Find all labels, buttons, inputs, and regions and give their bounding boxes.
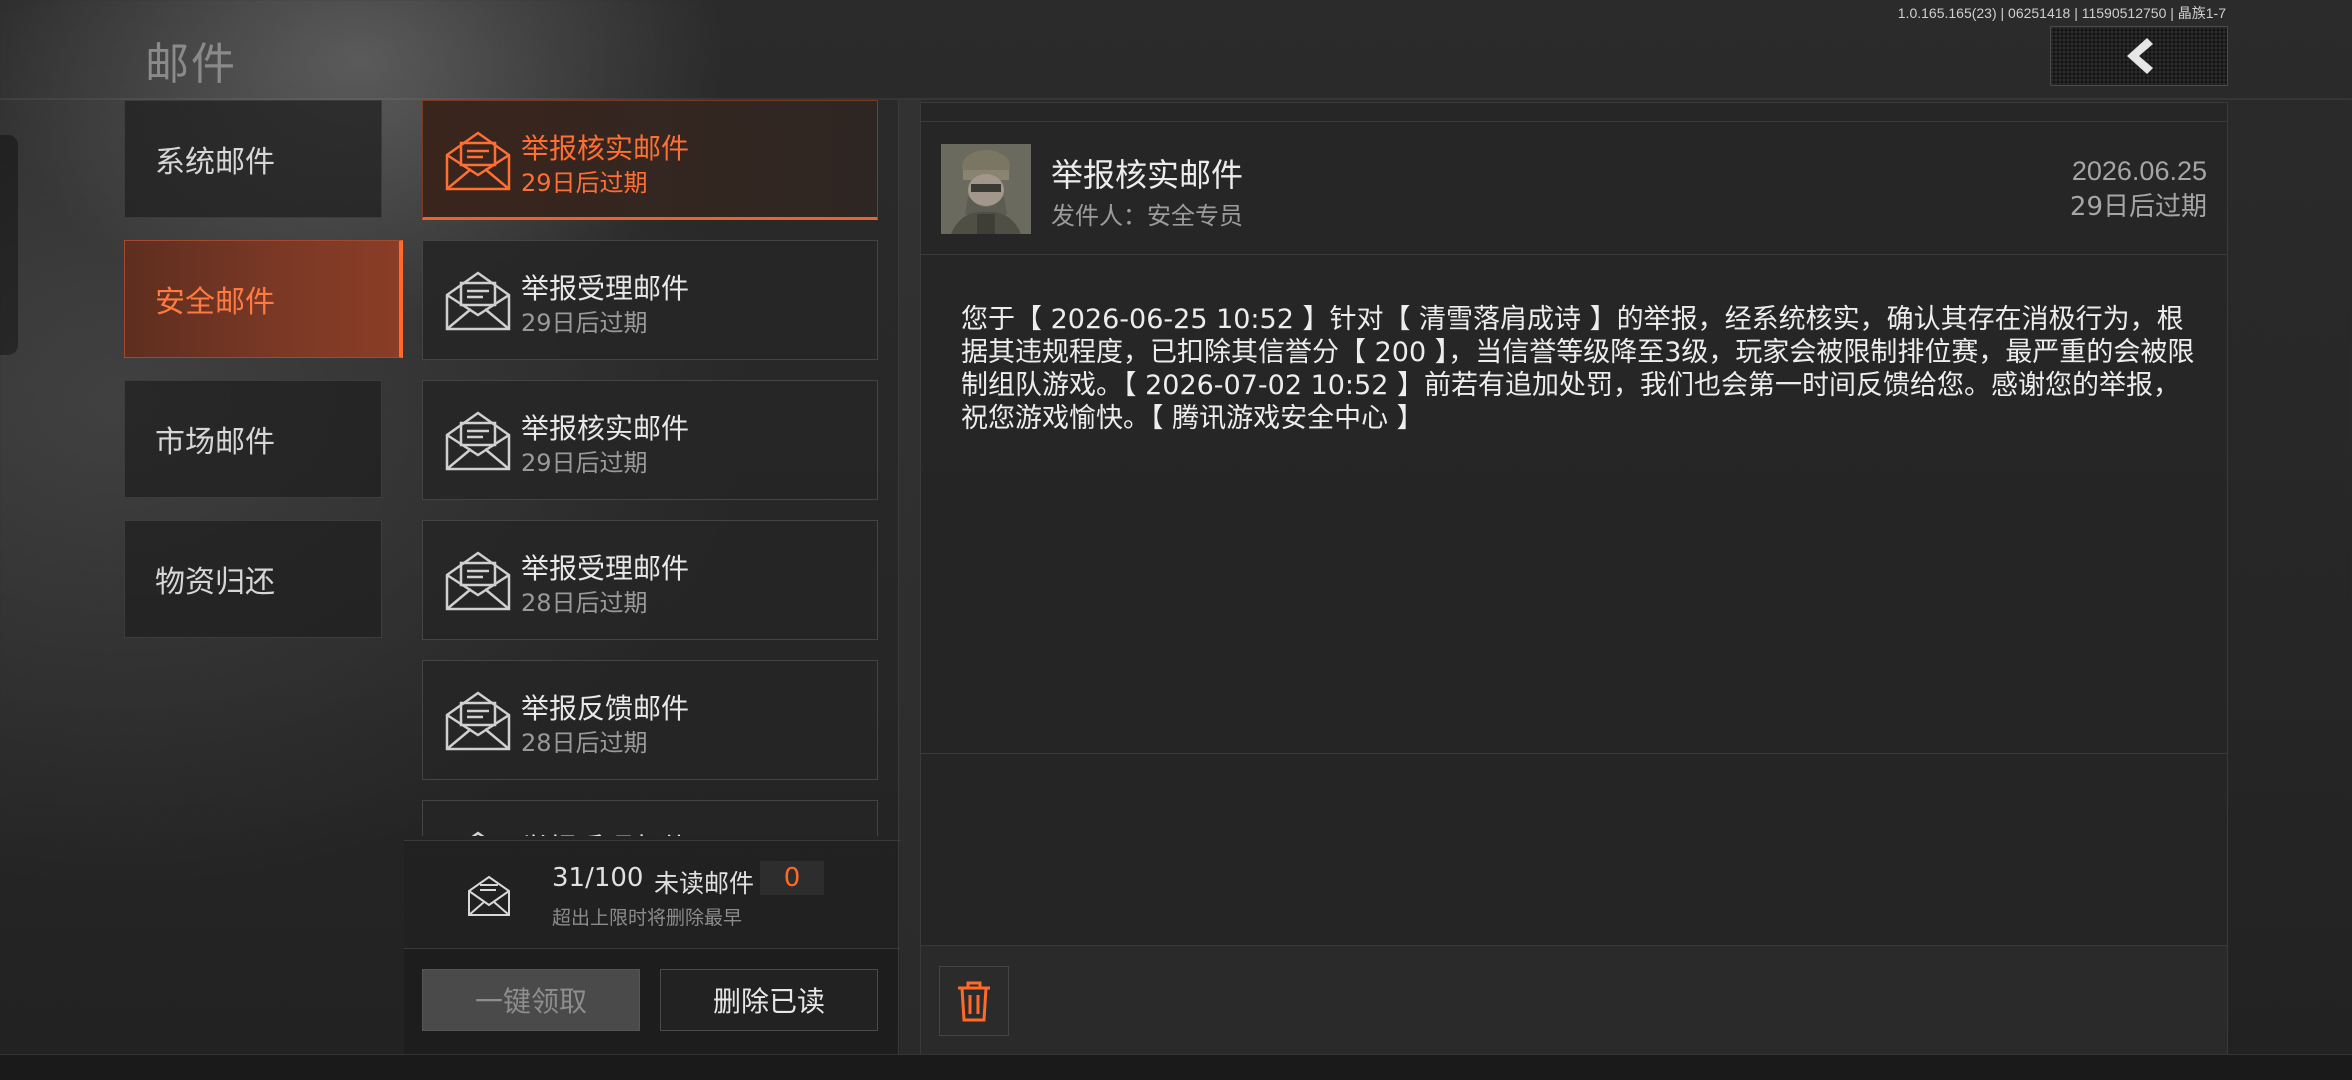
mail-body: 您于【 2026-06-25 10:52 】针对【 清雪落肩成诗 】的举报，经系… xyxy=(961,304,2195,434)
mail-detail-subject: 举报核实邮件 xyxy=(1051,156,1244,194)
mail-list-item[interactable]: 举报受理邮件 29日后过期 xyxy=(422,240,878,360)
limit-note: 超出上限时将删除最早 xyxy=(552,907,743,929)
delete-mail-button[interactable] xyxy=(939,966,1009,1036)
claim-all-button[interactable]: 一键领取 xyxy=(422,969,640,1031)
back-button[interactable] xyxy=(2050,26,2228,86)
mailbox-status: 31/100 未读邮件 0 超出上限时将删除最早 xyxy=(404,840,900,949)
chevron-left-icon xyxy=(2127,38,2153,74)
mail-detail-footer xyxy=(921,945,2227,1056)
mail-subject: 举报反馈邮件 xyxy=(521,692,690,725)
mail-list-item[interactable]: 举报反馈邮件 28日后过期 xyxy=(422,660,878,780)
mail-subject: 举报受理邮件 xyxy=(521,827,689,836)
mail-list-item[interactable]: 举报受理邮件 28日后过期 xyxy=(422,520,878,640)
body-divider xyxy=(921,753,2227,754)
mail-date: 2026.06.25 xyxy=(2071,156,2207,186)
category-label: 安全邮件 xyxy=(155,285,275,320)
category-security-mail[interactable]: 安全邮件 xyxy=(124,240,403,358)
mail-sender: 发件人：安全专员 xyxy=(1051,202,1243,230)
list-actions: 一键领取 删除已读 xyxy=(404,948,900,1055)
mail-open-icon xyxy=(445,131,511,191)
category-label: 系统邮件 xyxy=(155,145,275,180)
left-edge-tab xyxy=(0,135,18,355)
mail-subject: 举报受理邮件 xyxy=(521,552,690,585)
mail-open-icon xyxy=(445,691,511,751)
category-market-mail[interactable]: 市场邮件 xyxy=(124,380,382,498)
page-title: 邮件 xyxy=(145,39,237,90)
mail-subject: 举报核实邮件 xyxy=(521,412,690,445)
mail-expiry: 28日后过期 xyxy=(521,729,648,757)
mail-list-item[interactable]: 举报受理邮件 xyxy=(422,800,878,836)
mail-expiry: 29日后过期 xyxy=(521,169,648,197)
mail-list[interactable]: 举报核实邮件 29日后过期 举报受理邮件 29日后过期 举报核实邮件 29日后过… xyxy=(404,100,900,836)
mail-subject: 举报受理邮件 xyxy=(521,272,690,305)
bottom-bar xyxy=(0,1054,2352,1080)
category-system-mail[interactable]: 系统邮件 xyxy=(124,100,382,218)
category-supply-return[interactable]: 物资归还 xyxy=(124,520,382,638)
version-info: 1.0.165.165(23) | 06251418 | 11590512750… xyxy=(1897,5,2226,21)
mailbox-icon xyxy=(468,875,510,916)
unread-count-badge: 0 xyxy=(760,861,824,895)
mail-open-icon xyxy=(445,551,511,611)
trash-icon xyxy=(958,981,990,1022)
mail-open-icon xyxy=(445,411,511,471)
category-label: 市场邮件 xyxy=(155,425,275,460)
category-label: 物资归还 xyxy=(155,565,275,600)
mail-count: 31/100 xyxy=(552,863,644,893)
mail-detail-expiry: 29日后过期 xyxy=(2069,192,2207,222)
mail-detail-header: 举报核实邮件 发件人：安全专员 2026.06.25 29日后过期 xyxy=(921,121,2227,255)
unread-label: 未读邮件 xyxy=(654,869,755,898)
mail-open-icon xyxy=(471,831,485,836)
mail-list-item[interactable]: 举报核实邮件 29日后过期 xyxy=(422,380,878,500)
mail-expiry: 28日后过期 xyxy=(521,589,648,617)
delete-read-button[interactable]: 删除已读 xyxy=(660,969,878,1031)
panel-divider xyxy=(898,100,921,1055)
mail-list-item[interactable]: 举报核实邮件 29日后过期 xyxy=(422,100,878,220)
mail-detail: 举报核实邮件 发件人：安全专员 2026.06.25 29日后过期 您于【 20… xyxy=(920,102,2228,1056)
mail-expiry: 29日后过期 xyxy=(521,309,648,337)
mail-open-icon xyxy=(445,271,511,331)
mail-subject: 举报核实邮件 xyxy=(521,132,690,165)
mail-expiry: 29日后过期 xyxy=(521,449,648,477)
sender-avatar xyxy=(941,144,1031,234)
